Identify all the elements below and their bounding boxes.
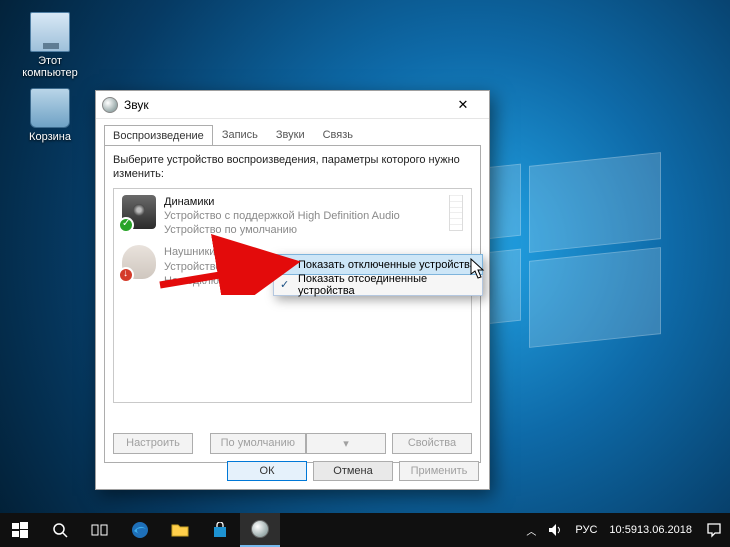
menu-item-label: Показать отключенные устройства: [298, 259, 476, 271]
set-default-dropdown: ▾: [306, 433, 386, 454]
tab-sounds[interactable]: Звуки: [267, 124, 314, 145]
sound-app-icon: [102, 97, 118, 113]
device-status: Устройство по умолчанию: [164, 223, 441, 237]
action-center-button[interactable]: [698, 513, 730, 547]
taskbar: ︿ РУС 10:59 13.06.2018: [0, 513, 730, 547]
recycle-bin-icon: [30, 88, 70, 128]
close-button[interactable]: ✕: [443, 94, 483, 116]
chevron-up-icon: ︿: [526, 523, 536, 538]
notification-icon: [706, 522, 722, 538]
task-view-button[interactable]: [80, 513, 120, 547]
volume-meter: [449, 195, 463, 231]
taskbar-app-store[interactable]: [200, 513, 240, 547]
configure-button: Настроить: [113, 433, 193, 454]
system-tray: ︿ РУС 10:59 13.06.2018: [520, 513, 730, 547]
start-button[interactable]: [0, 513, 40, 547]
sound-cpl-icon: [251, 520, 269, 538]
instruction-text: Выберите устройство воспроизведения, пар…: [113, 154, 472, 182]
check-icon: ✓: [280, 278, 289, 291]
search-icon: [52, 522, 68, 538]
apply-button: Применить: [399, 461, 479, 481]
dialog-title: Звук: [124, 98, 443, 112]
tray-volume-button[interactable]: [542, 513, 569, 547]
tab-strip: Воспроизведение Запись Звуки Связь: [96, 119, 489, 145]
this-pc-icon: [30, 12, 70, 52]
menu-item-label: Показать отсоединенные устройства: [298, 273, 476, 297]
tab-communications[interactable]: Связь: [314, 124, 362, 145]
speaker-icon: [122, 195, 156, 229]
volume-icon: [548, 523, 563, 537]
desktop-icon-label: Этоткомпьютер: [15, 55, 85, 79]
cancel-button[interactable]: Отмена: [313, 461, 393, 481]
close-icon: ✕: [458, 97, 469, 113]
windows-logo-icon: [12, 522, 28, 538]
titlebar[interactable]: Звук ✕: [96, 91, 489, 119]
chevron-down-icon: ▾: [343, 438, 349, 450]
device-item-speakers[interactable]: Динамики Устройство с поддержкой High De…: [116, 191, 469, 242]
default-badge-icon: [118, 217, 134, 233]
folder-icon: [171, 522, 189, 538]
tab-recording[interactable]: Запись: [213, 124, 267, 145]
edge-icon: [131, 521, 149, 539]
tray-clock[interactable]: 10:59 13.06.2018: [603, 513, 698, 547]
set-default-button: По умолчанию ▾: [210, 433, 386, 454]
search-button[interactable]: [40, 513, 80, 547]
taskbar-app-explorer[interactable]: [160, 513, 200, 547]
headphones-icon: [122, 245, 156, 279]
device-name: Динамики: [164, 195, 441, 209]
ok-button[interactable]: ОК: [227, 461, 307, 481]
task-view-icon: [91, 523, 109, 537]
store-icon: [212, 522, 228, 538]
tray-language-button[interactable]: РУС: [569, 513, 603, 547]
clock-date: 13.06.2018: [637, 524, 692, 536]
taskbar-app-sound-running[interactable]: [240, 513, 280, 547]
tab-playback[interactable]: Воспроизведение: [104, 125, 213, 146]
tray-overflow-button[interactable]: ︿: [520, 513, 542, 547]
menu-item-show-disconnected[interactable]: ✓ Показать отсоединенные устройства: [274, 274, 482, 295]
desktop-icon-recycle-bin[interactable]: Корзина: [15, 88, 85, 143]
properties-button: Свойства: [392, 433, 472, 454]
desktop[interactable]: Этоткомпьютер Корзина Звук ✕ Воспроизвед…: [0, 0, 730, 547]
desktop-icon-label: Корзина: [15, 131, 85, 143]
disconnected-badge-icon: [118, 267, 134, 283]
device-driver: Устройство с поддержкой High Definition …: [164, 209, 441, 223]
desktop-icon-this-pc[interactable]: Этоткомпьютер: [15, 12, 85, 79]
tab-page-playback: Выберите устройство воспроизведения, пар…: [104, 145, 481, 463]
clock-time: 10:59: [609, 524, 637, 536]
context-menu: Показать отключенные устройства ✓ Показа…: [273, 254, 483, 296]
taskbar-app-edge[interactable]: [120, 513, 160, 547]
